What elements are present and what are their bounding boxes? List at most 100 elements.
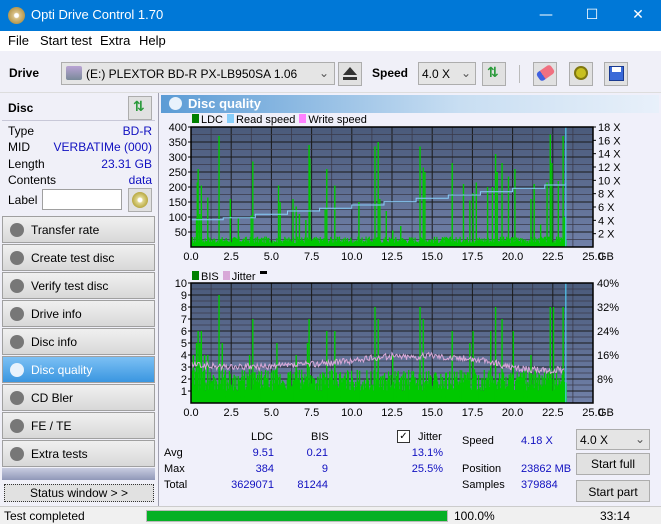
legend-marker	[259, 270, 267, 274]
x-tick-label: 17.5	[462, 251, 483, 263]
start-full-button[interactable]: Start full	[576, 453, 650, 475]
bar-spike	[197, 169, 199, 247]
bar-spike	[557, 181, 560, 247]
title-bar: Opti Drive Control 1.70 — ☐ ✕	[0, 0, 661, 31]
speed-select[interactable]: 4.0 X ⌄	[418, 62, 476, 85]
status-window-button[interactable]: Status window > >	[4, 484, 154, 502]
verify-disc-icon	[10, 279, 24, 293]
toolbar-divider	[519, 65, 520, 83]
erase-button[interactable]	[533, 62, 557, 86]
bar-spike	[496, 172, 498, 247]
eject-button[interactable]	[338, 62, 362, 86]
disc-mid-row: MID VERBATIMe (000)	[8, 140, 152, 154]
bar-spike	[562, 136, 564, 247]
samples-value: 379884	[521, 479, 558, 491]
test-speed-value: 4.0 X	[580, 433, 609, 447]
settings-button[interactable]	[569, 62, 593, 86]
y-tick-label: 350	[169, 137, 187, 149]
y-tick-label: 200	[169, 182, 187, 194]
progress-bar	[146, 510, 448, 522]
save-button[interactable]	[604, 62, 628, 86]
speed-stat-label: Speed	[462, 435, 494, 447]
drive-label: Drive	[9, 66, 40, 80]
app-disc-icon	[8, 7, 25, 24]
bar-spike	[472, 193, 474, 247]
menu-extra[interactable]: Extra	[100, 33, 130, 48]
y2-tick-label: 8 X	[598, 189, 615, 201]
nav-spacer	[2, 468, 155, 480]
panel-header: Disc quality	[161, 95, 659, 113]
x-tick-label: 5.0	[264, 407, 279, 419]
eraser-icon	[535, 64, 556, 82]
nav-verify-test-disc[interactable]: Verify test disc	[2, 272, 155, 299]
disc-label-input[interactable]	[42, 189, 122, 210]
disc-length-label: Length	[8, 157, 45, 171]
bar-spike	[248, 355, 251, 403]
left-panel: Disc ⇅ Type BD-R MID VERBATIMe (000) Lengt…	[0, 93, 158, 506]
bar-spike	[218, 136, 220, 247]
bar-spike	[298, 214, 301, 247]
stats-total-label: Total	[164, 479, 188, 491]
bar-spike	[469, 343, 471, 403]
drive-icon	[66, 66, 82, 80]
nav-fe-te[interactable]: FE / TE	[2, 412, 155, 439]
y-tick-label: 400	[169, 123, 187, 134]
bar-spike	[501, 163, 503, 247]
bar-spike	[400, 226, 402, 247]
y-tick-label: 5	[181, 338, 187, 350]
test-speed-select[interactable]: 4.0 X ⌄	[576, 429, 650, 450]
drive-select[interactable]: (E:) PLEXTOR BD-R PX-LB950SA 1.06 ⌄	[61, 62, 335, 85]
minimize-button[interactable]: —	[523, 0, 569, 31]
menu-start-test[interactable]: Start test	[40, 33, 92, 48]
x-tick-label: 20.0	[502, 407, 523, 419]
position-value: 23862 MB	[521, 463, 572, 475]
y2-tick-label: 14 X	[598, 149, 621, 161]
bar-spike	[306, 343, 309, 403]
stats-area: LDC BIS Avg 9.51 0.21 13.1% Max 384 9 25…	[159, 429, 661, 504]
nav-drive-info[interactable]: Drive info	[2, 300, 155, 327]
close-button[interactable]: ✕	[615, 0, 661, 31]
disc-contents-value: data	[128, 173, 152, 187]
nav-disc-info[interactable]: Disc info	[2, 328, 155, 355]
bar-spike	[252, 319, 254, 403]
disc-label-button[interactable]	[128, 188, 152, 212]
start-part-button[interactable]: Start part	[576, 480, 650, 502]
disc-icon	[132, 192, 148, 208]
maximize-button[interactable]: ☐	[569, 0, 615, 31]
refresh-speed-button[interactable]: ⇅	[482, 62, 506, 86]
samples-label: Samples	[462, 479, 505, 491]
bar-spike	[197, 331, 199, 403]
nav-cd-bler[interactable]: CD Bler	[2, 384, 155, 411]
disc-label-label: Label	[8, 193, 38, 207]
bar-spike	[549, 307, 551, 403]
menu-file[interactable]: File	[8, 33, 29, 48]
x-tick-label: 0.0	[183, 407, 198, 419]
jitter-checkbox[interactable]: ✓	[397, 430, 410, 443]
bar-spike	[229, 199, 231, 247]
x-tick-label: 0.0	[183, 251, 198, 263]
bar-spike	[419, 146, 421, 247]
nav-disc-quality[interactable]: Disc quality	[2, 356, 155, 383]
bar-spike	[475, 182, 478, 247]
x-tick-label: 15.0	[421, 407, 442, 419]
bar-spike	[374, 307, 376, 403]
x-tick-label: 12.5	[381, 251, 402, 263]
disc-mid-value: VERBATIMe (000)	[53, 140, 152, 154]
y2-tick-label: 24%	[597, 326, 619, 338]
y2-tick-label: 10 X	[598, 175, 621, 187]
nav-extra-tests[interactable]: Extra tests	[2, 440, 155, 467]
menu-help[interactable]: Help	[139, 33, 166, 48]
eject-icon	[343, 67, 357, 75]
fe-te-icon	[10, 419, 24, 433]
nav-create-test-disc[interactable]: Create test disc	[2, 244, 155, 271]
nav-label: CD Bler	[31, 391, 74, 405]
nav-transfer-rate[interactable]: Transfer rate	[2, 216, 155, 243]
bar-spike	[199, 214, 201, 247]
window-title: Opti Drive Control 1.70	[31, 7, 164, 22]
y-tick-label: 8	[181, 302, 187, 314]
y-tick-label: 7	[181, 314, 187, 326]
nav-label: Transfer rate	[31, 223, 100, 237]
bar-spike	[326, 331, 328, 403]
bar-spike	[392, 230, 394, 247]
disc-refresh-button[interactable]: ⇅	[128, 96, 152, 120]
